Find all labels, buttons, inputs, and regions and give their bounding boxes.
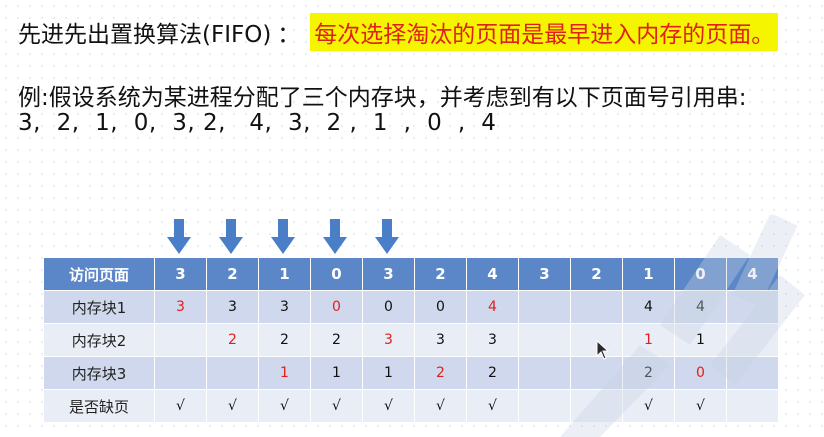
table-cell bbox=[206, 356, 259, 390]
down-arrow-icon bbox=[375, 219, 399, 255]
table-cell: √ bbox=[362, 389, 415, 423]
table-cell: 1 bbox=[362, 356, 415, 390]
table-cell bbox=[570, 290, 623, 324]
page-header-11: 4 bbox=[726, 257, 779, 291]
title-colon: ： bbox=[277, 22, 301, 48]
table-cell bbox=[726, 356, 779, 390]
table-cell: 3 bbox=[414, 323, 467, 357]
table-cell: √ bbox=[622, 389, 675, 423]
table-cell bbox=[726, 323, 779, 357]
down-arrow-icon bbox=[219, 219, 243, 255]
mouse-cursor-icon bbox=[596, 340, 610, 360]
table-cell: 4 bbox=[622, 290, 675, 324]
table-header-row: 访问页面 321032432104 bbox=[43, 257, 779, 291]
highlighted-definition: 每次选择淘汰的页面是最早进入内存的页面。 bbox=[310, 13, 779, 51]
table-cell: √ bbox=[258, 389, 311, 423]
table-cell: 1 bbox=[674, 323, 727, 357]
table-cell: 0 bbox=[362, 290, 415, 324]
page-header-9: 1 bbox=[622, 257, 675, 291]
slide-title: 先进先出置换算法(FIFO) ： 每次选择淘汰的页面是最早进入内存的页面。 bbox=[18, 13, 779, 51]
table-cell bbox=[726, 290, 779, 324]
table-cell: 3 bbox=[154, 290, 207, 324]
table-cell bbox=[518, 290, 571, 324]
table-cell: 3 bbox=[206, 290, 259, 324]
row-label: 是否缺页 bbox=[43, 389, 155, 423]
table-cell bbox=[154, 323, 207, 357]
table-cell bbox=[518, 323, 571, 357]
table-cell: √ bbox=[466, 389, 519, 423]
table-cell: 2 bbox=[466, 356, 519, 390]
table-cell: 4 bbox=[466, 290, 519, 324]
down-arrow-icon bbox=[271, 219, 295, 255]
table-cell: 2 bbox=[414, 356, 467, 390]
table-row: 是否缺页 √ √ √ √ √ √ √ √ √ bbox=[43, 389, 779, 423]
table-cell: 0 bbox=[310, 290, 363, 324]
table-cell: 1 bbox=[310, 356, 363, 390]
reference-string: 3, 2, 1, 0, 3, 2, 4, 3, 2 , 1 , 0 , 4 bbox=[18, 110, 497, 136]
example-text: 例:假设系统为某进程分配了三个内存块，并考虑到有以下页面号引用串: bbox=[18, 85, 747, 111]
table-cell bbox=[518, 389, 571, 423]
table-cell: 1 bbox=[258, 356, 311, 390]
page-header-7: 3 bbox=[518, 257, 571, 291]
table-cell: 0 bbox=[674, 356, 727, 390]
fifo-table: 访问页面 321032432104 内存块1 3 3 3 0 0 0 4 4 4 内存块2 2 2 2 3 3… bbox=[43, 257, 779, 423]
down-arrow-icon bbox=[167, 219, 191, 255]
table-cell: √ bbox=[674, 389, 727, 423]
page-header-0: 3 bbox=[154, 257, 207, 291]
table-cell: 0 bbox=[414, 290, 467, 324]
page-header-8: 2 bbox=[570, 257, 623, 291]
title-text: 先进先出置换算法(FIFO) bbox=[18, 22, 272, 48]
page-header-4: 3 bbox=[362, 257, 415, 291]
table-cell: √ bbox=[206, 389, 259, 423]
down-arrow-icon bbox=[323, 219, 347, 255]
table-cell bbox=[726, 389, 779, 423]
table-cell: √ bbox=[310, 389, 363, 423]
row-label: 内存块1 bbox=[43, 290, 155, 324]
header-label: 访问页面 bbox=[43, 257, 155, 291]
table-cell: 2 bbox=[258, 323, 311, 357]
table-row: 内存块1 3 3 3 0 0 0 4 4 4 bbox=[43, 290, 779, 324]
page-header-2: 1 bbox=[258, 257, 311, 291]
page-header-6: 4 bbox=[466, 257, 519, 291]
row-label: 内存块3 bbox=[43, 356, 155, 390]
table-cell: √ bbox=[154, 389, 207, 423]
table-cell: √ bbox=[414, 389, 467, 423]
table-cell bbox=[570, 356, 623, 390]
table-row: 内存块3 1 1 1 2 2 2 0 bbox=[43, 356, 779, 390]
table-cell: 3 bbox=[466, 323, 519, 357]
page-header-3: 0 bbox=[310, 257, 363, 291]
table-cell bbox=[154, 356, 207, 390]
table-cell bbox=[518, 356, 571, 390]
table-cell: 3 bbox=[362, 323, 415, 357]
page-header-10: 0 bbox=[674, 257, 727, 291]
table-cell: 1 bbox=[622, 323, 675, 357]
table-cell: 2 bbox=[206, 323, 259, 357]
table-cell: 4 bbox=[674, 290, 727, 324]
table-row: 内存块2 2 2 2 3 3 3 1 1 bbox=[43, 323, 779, 357]
table-cell: 3 bbox=[258, 290, 311, 324]
page-header-1: 2 bbox=[206, 257, 259, 291]
table-cell bbox=[570, 389, 623, 423]
page-header-5: 2 bbox=[414, 257, 467, 291]
table-cell: 2 bbox=[622, 356, 675, 390]
row-label: 内存块2 bbox=[43, 323, 155, 357]
table-cell: 2 bbox=[310, 323, 363, 357]
